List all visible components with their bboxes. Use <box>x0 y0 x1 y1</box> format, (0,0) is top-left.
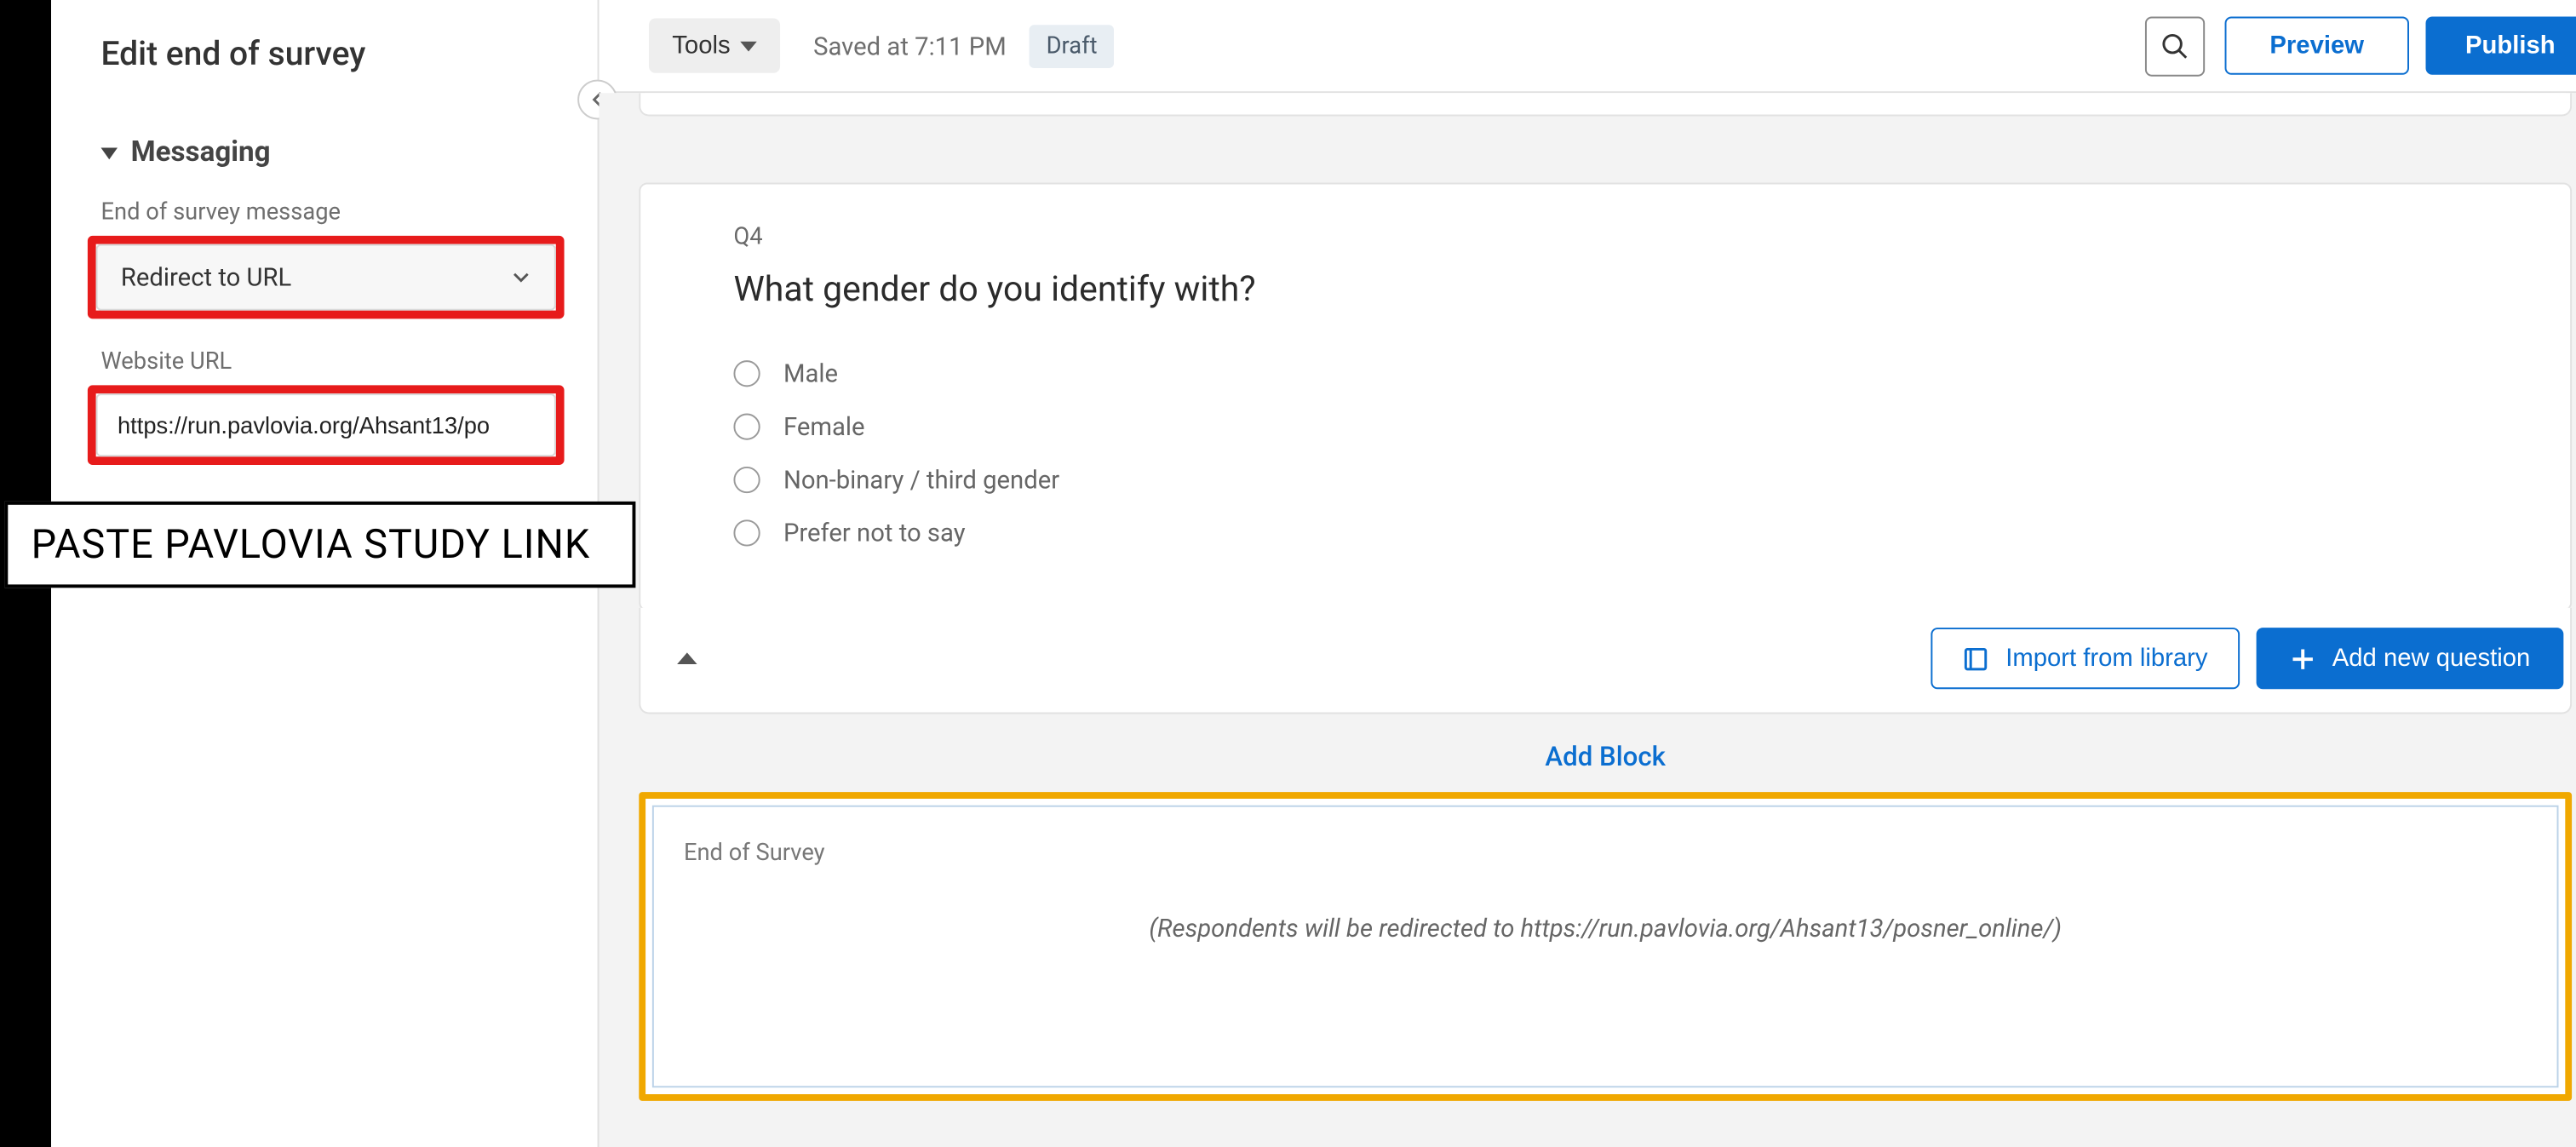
annotation-text: PASTE PAVLOVIA STUDY LINK <box>32 521 591 568</box>
eos-message-select[interactable]: Redirect to URL <box>96 244 556 311</box>
question-code: Q4 <box>733 224 2477 250</box>
import-from-library-label: Import from library <box>2005 645 2207 673</box>
option-label: Female <box>783 412 865 442</box>
library-icon <box>1963 645 1989 672</box>
radio-icon <box>733 467 760 493</box>
add-block-label: Add Block <box>1545 741 1666 772</box>
messaging-section-header[interactable]: Messaging <box>51 73 598 169</box>
add-block-link[interactable]: Add Block <box>639 714 2572 789</box>
highlight-website-url <box>88 385 565 465</box>
tools-label: Tools <box>672 32 730 60</box>
end-of-survey-redirect-message: (Respondents will be redirected to https… <box>684 914 2527 943</box>
search-icon <box>2160 31 2190 60</box>
question-card[interactable]: Q4 What gender do you identify with? Mal… <box>639 183 2572 611</box>
chevron-down-icon <box>740 41 757 51</box>
end-of-survey-block[interactable]: End of Survey (Respondents will be redir… <box>639 792 2572 1101</box>
preview-button[interactable]: Preview <box>2225 17 2409 75</box>
collapse-block-button[interactable] <box>677 652 697 664</box>
status-badge: Draft <box>1030 24 1114 67</box>
radio-icon <box>733 360 760 387</box>
radio-icon <box>733 414 760 440</box>
annotation-callout: PASTE PAVLOVIA STUDY LINK <box>4 502 635 588</box>
search-button[interactable] <box>2145 16 2205 76</box>
caret-down-icon <box>101 147 118 159</box>
add-new-question-label: Add new question <box>2332 645 2531 673</box>
radio-icon <box>733 519 760 546</box>
publish-button[interactable]: Publish <box>2425 17 2576 75</box>
eos-message-field-label: End of survey message <box>51 169 598 226</box>
tools-dropdown[interactable]: Tools <box>649 18 780 72</box>
option-row[interactable]: Prefer not to say <box>733 507 2477 559</box>
import-from-library-button[interactable]: Import from library <box>1931 628 2239 689</box>
end-of-survey-heading: End of Survey <box>684 840 2527 867</box>
chevron-down-icon <box>511 267 531 287</box>
option-row[interactable]: Non-binary / third gender <box>733 453 2477 506</box>
survey-canvas: Q4 What gender do you identify with? Mal… <box>600 93 2576 1147</box>
block-actions-row: Import from library Add new question <box>639 608 2572 714</box>
highlight-eos-message: Redirect to URL <box>88 236 565 319</box>
add-new-question-button[interactable]: Add new question <box>2256 628 2563 689</box>
eos-message-selected-value: Redirect to URL <box>121 262 291 292</box>
previous-block-footer <box>639 93 2572 116</box>
option-label: Non-binary / third gender <box>783 465 1059 495</box>
plus-icon <box>2289 645 2315 672</box>
website-url-field-label: Website URL <box>51 318 598 375</box>
saved-timestamp: Saved at 7:11 PM <box>813 31 1007 60</box>
question-title: What gender do you identify with? <box>733 271 2477 311</box>
option-row[interactable]: Female <box>733 400 2477 453</box>
option-label: Prefer not to say <box>783 518 966 548</box>
website-url-input[interactable] <box>96 393 556 456</box>
option-row[interactable]: Male <box>733 347 2477 400</box>
sidebar-title: Edit end of survey <box>51 0 598 73</box>
messaging-section-label: Messaging <box>131 136 271 169</box>
option-label: Male <box>783 358 838 388</box>
